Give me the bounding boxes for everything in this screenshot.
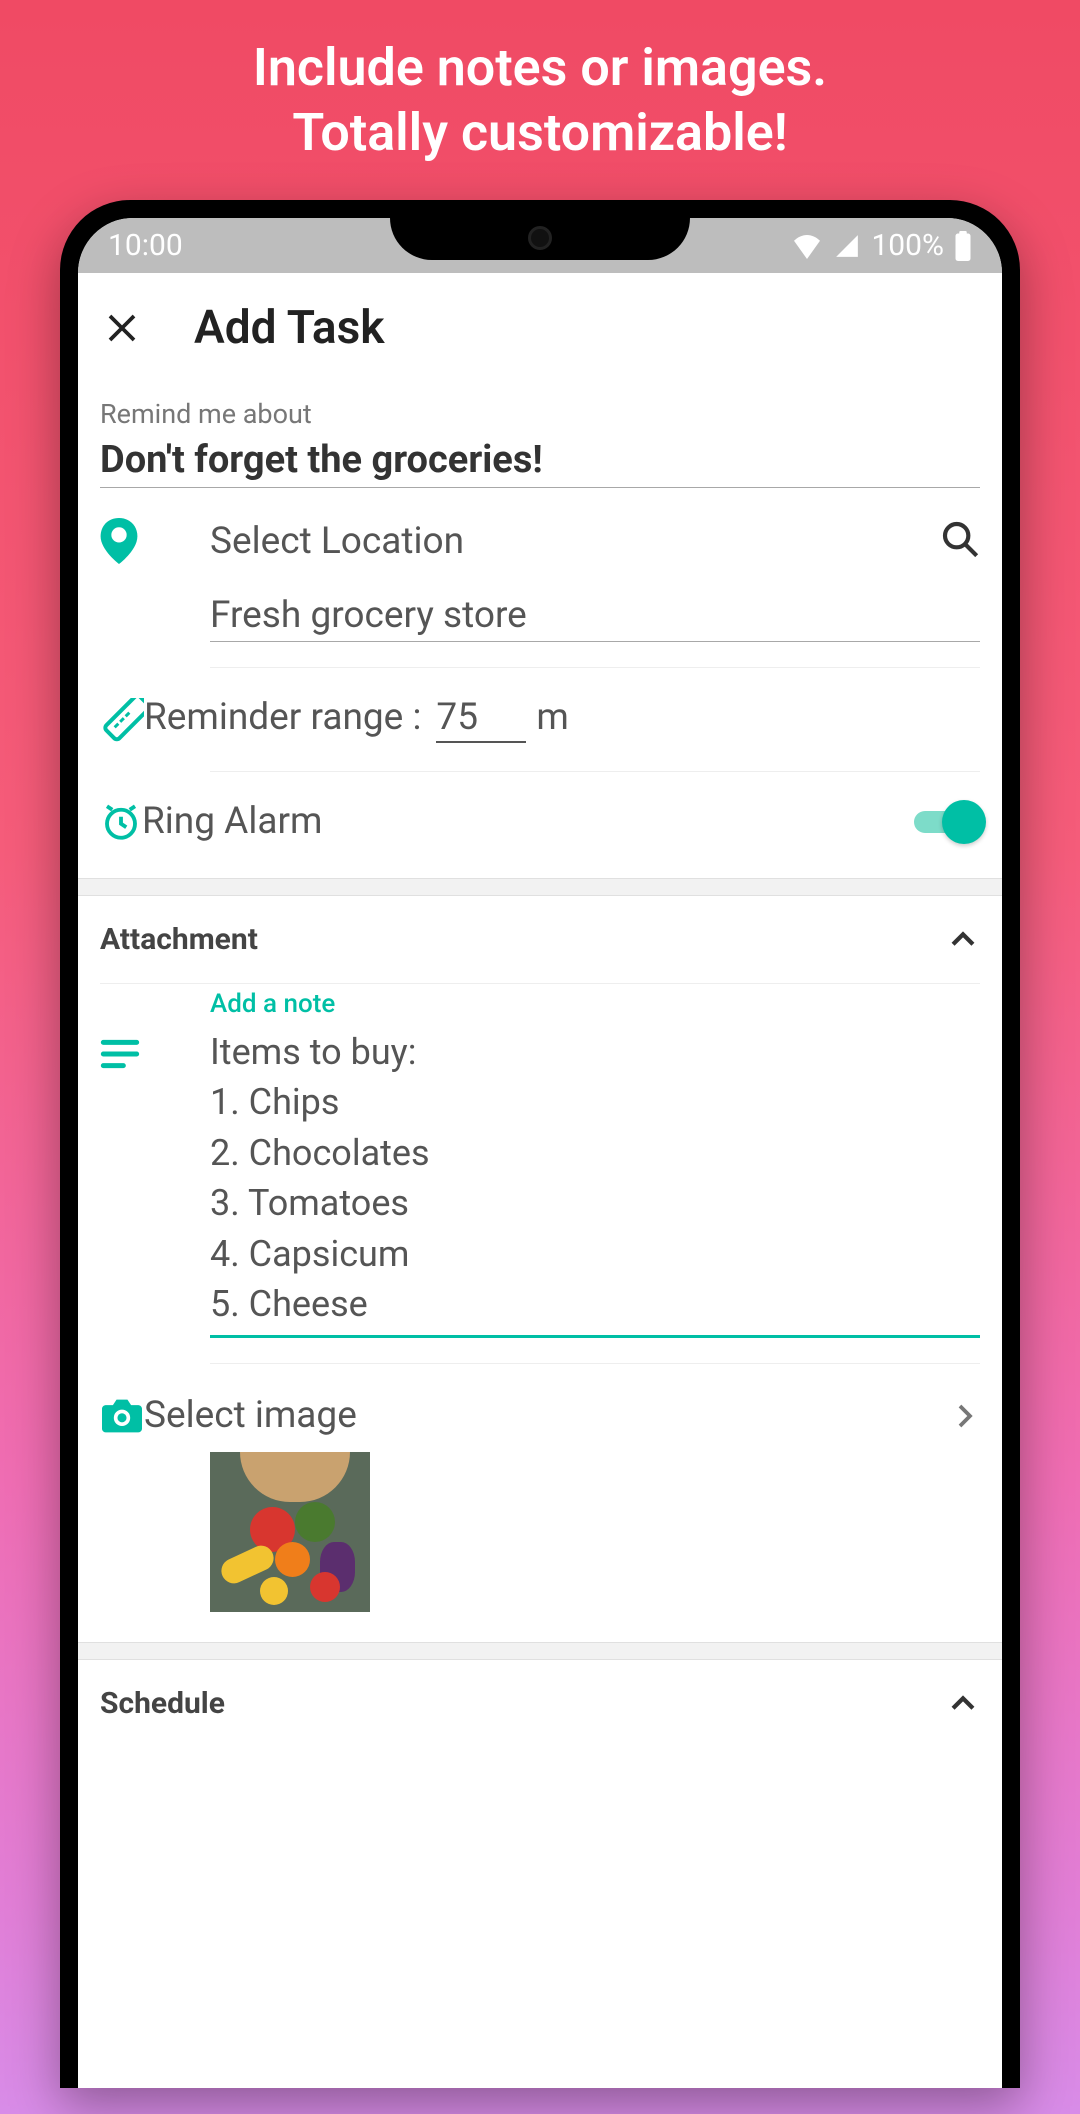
task-title-section: Remind me about bbox=[78, 383, 1002, 488]
search-icon[interactable] bbox=[940, 519, 980, 563]
section-divider bbox=[78, 878, 1002, 896]
promo-line2: Totally customizable! bbox=[253, 100, 827, 165]
camera-icon bbox=[100, 1396, 144, 1436]
ring-alarm-row: Ring Alarm bbox=[78, 772, 1002, 878]
chevron-right-icon bbox=[950, 1401, 980, 1431]
phone-frame: 10:00 100% bbox=[60, 200, 1020, 2088]
note-textarea[interactable] bbox=[210, 1027, 980, 1338]
image-thumbnail-wrap bbox=[78, 1452, 1002, 1642]
ring-alarm-label: Ring Alarm bbox=[142, 800, 914, 843]
phone-notch bbox=[390, 218, 690, 260]
add-note-label: Add a note bbox=[210, 989, 980, 1019]
select-location-row[interactable]: Select Location bbox=[78, 488, 1002, 594]
task-title-input[interactable] bbox=[100, 438, 980, 488]
status-time: 10:00 bbox=[108, 228, 183, 263]
attachment-header-label: Attachment bbox=[100, 922, 258, 957]
app-bar: Add Task bbox=[78, 273, 1002, 383]
location-value-input[interactable] bbox=[210, 594, 980, 642]
select-image-row[interactable]: Select image bbox=[78, 1364, 1002, 1452]
ring-alarm-toggle[interactable] bbox=[914, 802, 980, 842]
range-unit: m bbox=[536, 696, 568, 739]
wifi-icon bbox=[791, 233, 823, 259]
signal-icon bbox=[833, 233, 861, 259]
select-location-label: Select Location bbox=[210, 520, 940, 563]
chevron-up-icon bbox=[946, 1687, 980, 1721]
section-divider bbox=[78, 1642, 1002, 1660]
schedule-header-label: Schedule bbox=[100, 1686, 225, 1721]
promo-line1: Include notes or images. bbox=[253, 35, 827, 100]
range-value-input[interactable] bbox=[436, 696, 526, 743]
reminder-range-row: Reminder range : m bbox=[78, 668, 1002, 771]
notes-icon bbox=[100, 1056, 140, 1075]
promo-headline: Include notes or images. Totally customi… bbox=[253, 35, 827, 165]
location-pin-icon bbox=[100, 518, 210, 564]
schedule-section-header[interactable]: Schedule bbox=[78, 1660, 1002, 1747]
remind-label: Remind me about bbox=[100, 398, 980, 430]
status-battery-text: 100% bbox=[871, 228, 944, 263]
range-prefix: Reminder range : bbox=[144, 696, 421, 739]
attachment-section-header[interactable]: Attachment bbox=[78, 896, 1002, 983]
select-image-label: Select image bbox=[144, 1394, 950, 1437]
alarm-clock-icon bbox=[100, 801, 142, 843]
image-thumbnail[interactable] bbox=[210, 1452, 370, 1612]
chevron-up-icon bbox=[946, 923, 980, 957]
close-icon[interactable] bbox=[100, 306, 144, 350]
battery-icon bbox=[954, 231, 972, 261]
ruler-icon bbox=[100, 698, 144, 742]
note-block: Add a note bbox=[78, 984, 1002, 1343]
page-title: Add Task bbox=[194, 301, 385, 355]
